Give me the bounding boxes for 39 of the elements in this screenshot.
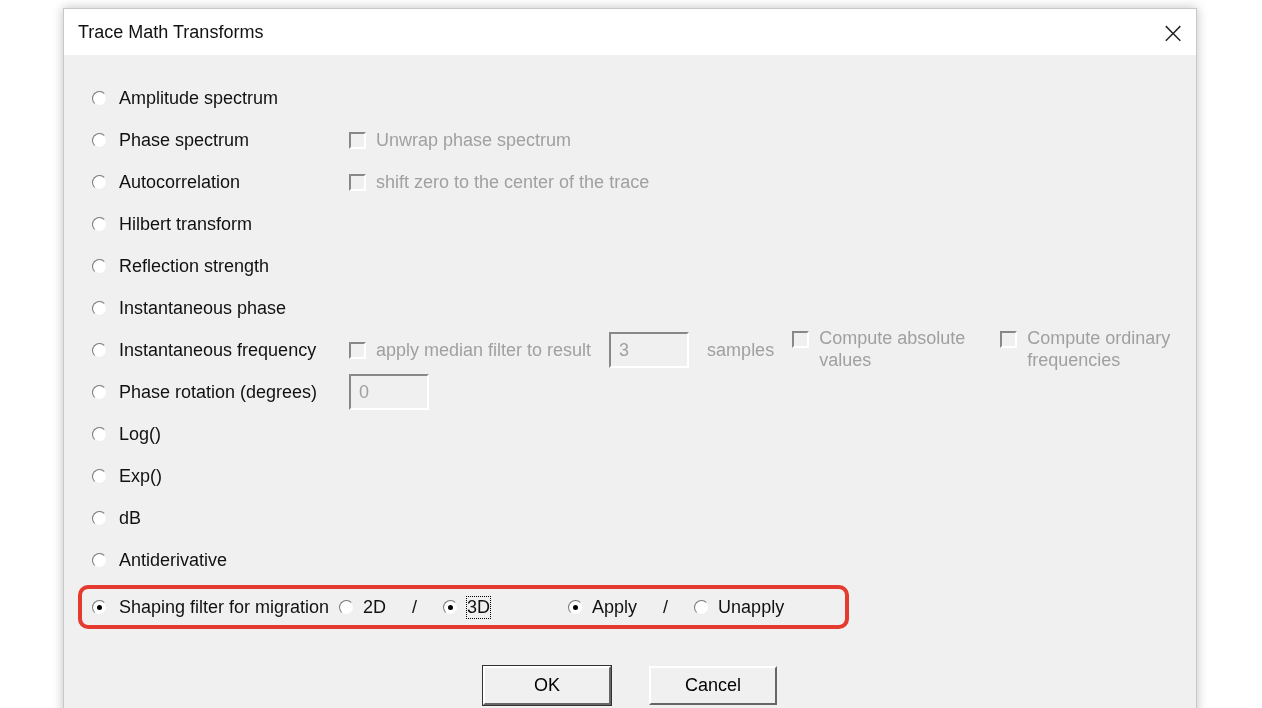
radio-button[interactable] xyxy=(694,599,710,615)
radio-option[interactable]: Autocorrelation xyxy=(92,171,349,193)
radio-button[interactable] xyxy=(92,552,107,568)
radio-button[interactable] xyxy=(92,426,107,442)
radio-option[interactable]: Amplitude spectrum xyxy=(92,87,349,109)
radio-button[interactable] xyxy=(92,90,107,106)
radio-option[interactable]: dB xyxy=(92,507,349,529)
radio-option[interactable]: Unapply xyxy=(694,596,785,618)
window-title: Trace Math Transforms xyxy=(78,21,264,43)
radio-button[interactable] xyxy=(92,132,107,148)
radio-option[interactable]: Phase spectrum xyxy=(92,129,349,151)
radio-option[interactable]: Log() xyxy=(92,423,349,445)
radio-option[interactable]: Phase rotation (degrees) xyxy=(92,381,349,403)
close-button[interactable]: × xyxy=(1150,12,1196,52)
radio-option[interactable]: Instantaneous phase xyxy=(92,297,349,319)
separator-slash: / xyxy=(663,596,669,618)
radio-button[interactable] xyxy=(92,300,107,316)
radio-option[interactable]: Reflection strength xyxy=(92,255,349,277)
radio-button[interactable] xyxy=(92,599,107,615)
radio-button[interactable] xyxy=(92,216,107,232)
radio-button[interactable] xyxy=(92,510,107,526)
radio-option[interactable]: Apply xyxy=(568,596,638,618)
radio-option[interactable]: 3D xyxy=(443,596,491,618)
radio-button[interactable] xyxy=(92,384,107,400)
dialog-button[interactable]: Cancel xyxy=(649,666,777,705)
radio-option[interactable]: Antiderivative xyxy=(92,549,349,571)
radio-button[interactable] xyxy=(339,599,354,615)
radio-button[interactable] xyxy=(92,258,107,274)
radio-button[interactable] xyxy=(568,599,584,615)
radio-option[interactable]: Instantaneous frequency xyxy=(92,339,349,361)
dialog-button[interactable]: OK xyxy=(483,666,611,705)
separator-slash: / xyxy=(412,596,418,618)
radio-option[interactable]: Hilbert transform xyxy=(92,213,349,235)
unit-label: samples xyxy=(707,339,775,361)
radio-button[interactable] xyxy=(443,599,459,615)
radio-button[interactable] xyxy=(92,342,107,358)
radio-button[interactable] xyxy=(92,468,107,484)
radio-button[interactable] xyxy=(92,174,107,190)
radio-option[interactable]: Exp() xyxy=(92,465,349,487)
